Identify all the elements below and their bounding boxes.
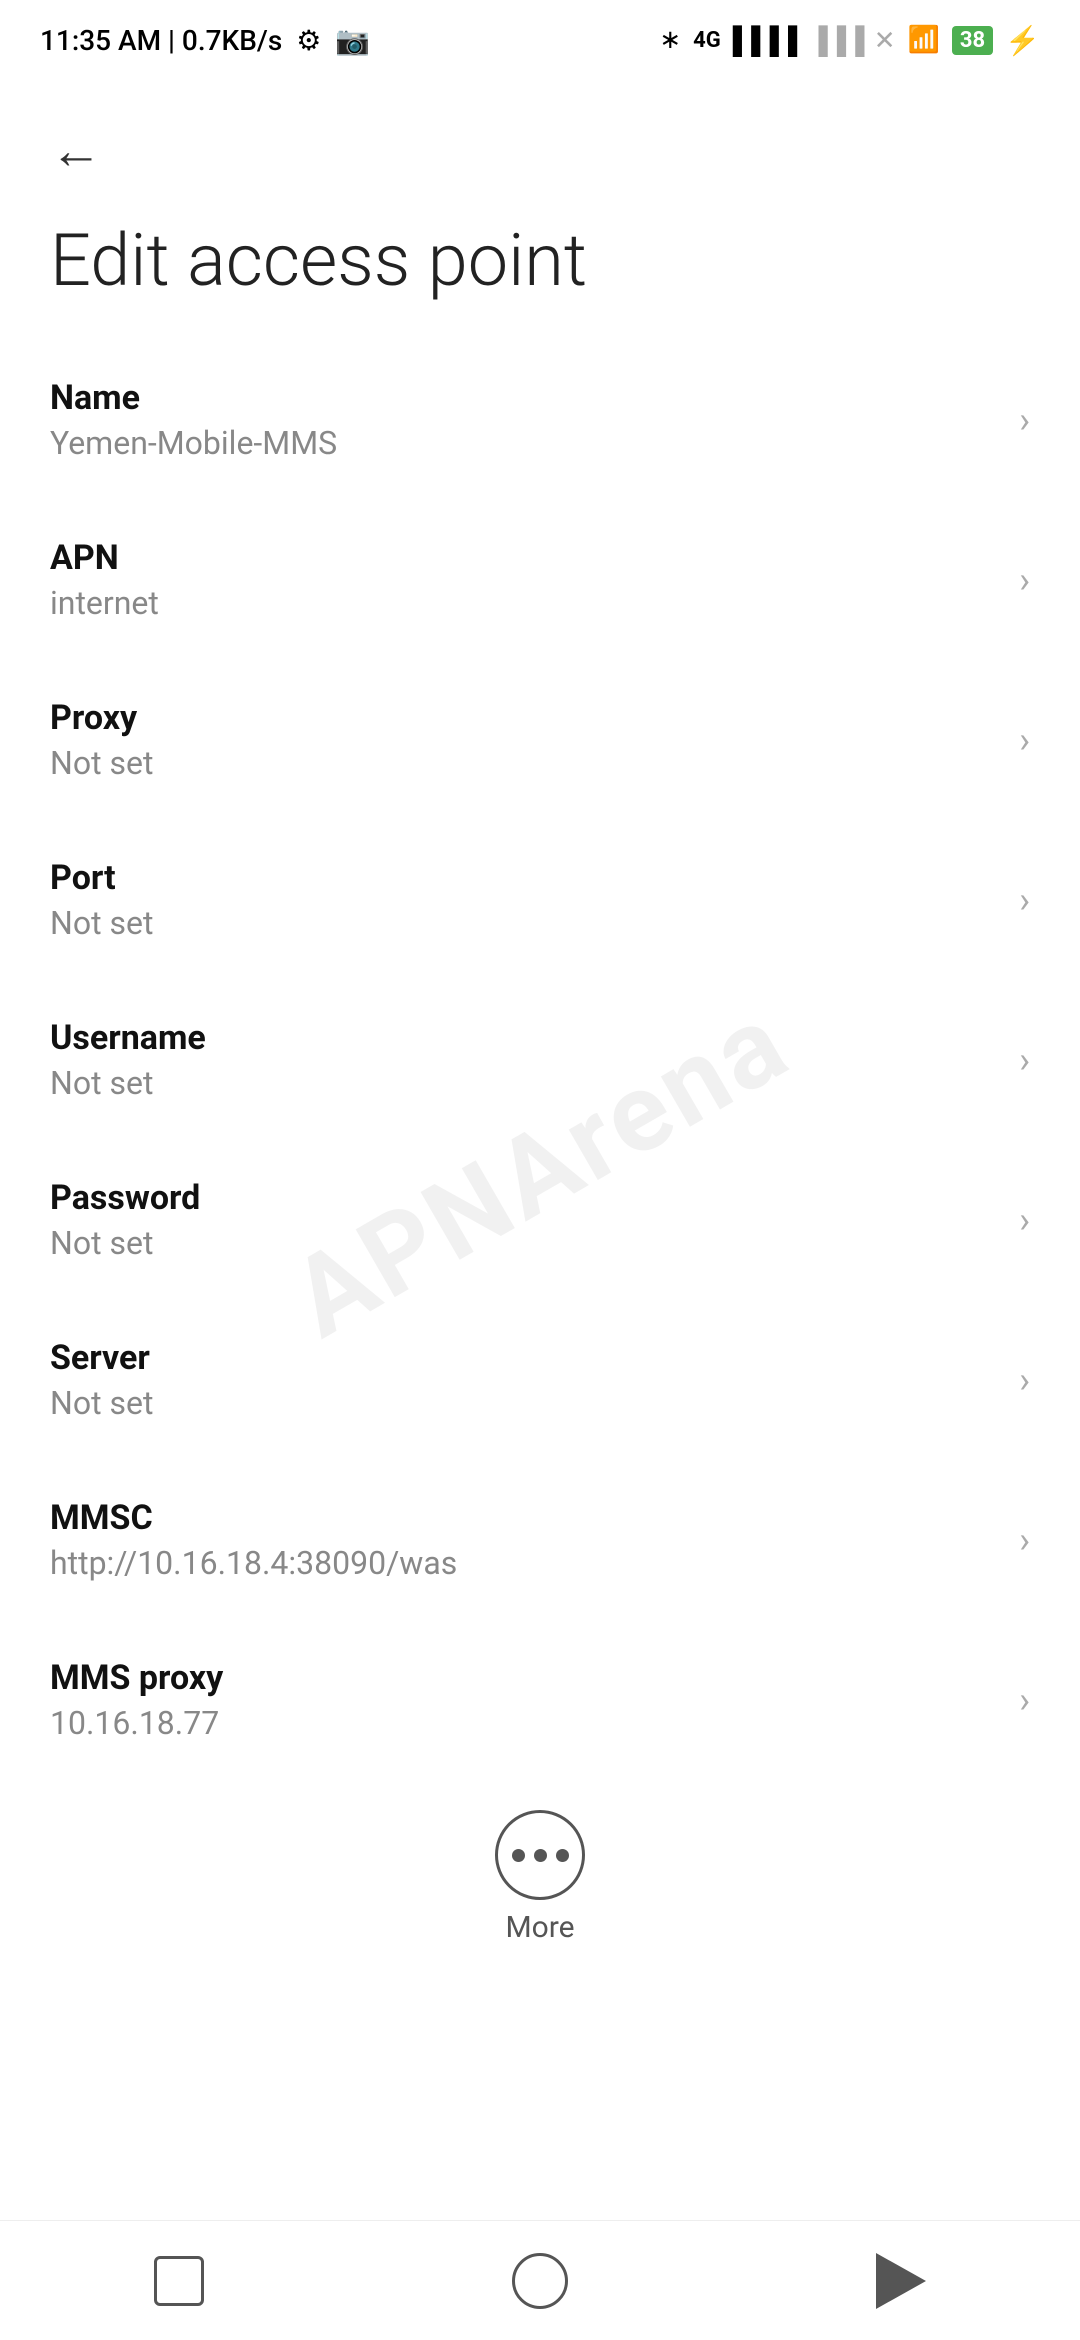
settings-item-value: Not set [50,1224,999,1262]
bottom-nav [0,2220,1080,2340]
chevron-right-icon: › [1019,1519,1030,1561]
status-left: 11:35 AM | 0.7KB/s ⚙ 📷 [40,24,370,57]
settings-item-label: Name [50,378,999,418]
settings-item-value: Yemen-Mobile-MMS [50,424,999,462]
back-nav-icon [876,2253,926,2309]
settings-item-value: Not set [50,904,999,942]
chevron-right-icon: › [1019,399,1030,441]
more-dots-icon [512,1849,569,1862]
settings-list: Name Yemen-Mobile-MMS › APN internet › Proxy No… [0,340,1080,1780]
settings-item-value: 10.16.18.77 [50,1704,999,1742]
settings-item-label: MMS proxy [50,1658,999,1698]
chevron-right-icon: › [1019,1199,1030,1241]
recent-apps-icon [154,2256,204,2306]
home-icon [512,2253,568,2309]
chevron-right-icon: › [1019,1679,1030,1721]
charging-icon: ⚡ [1005,24,1040,57]
chevron-right-icon: › [1019,1359,1030,1401]
page-title: Edit access point [0,201,1080,340]
settings-item-value: Not set [50,1384,999,1422]
settings-item-content: Proxy Not set [50,698,999,782]
back-nav-button[interactable] [876,2253,926,2309]
settings-item-label: Password [50,1178,999,1218]
time-display: 11:35 AM | 0.7KB/s [40,24,282,57]
settings-item-content: Port Not set [50,858,999,942]
settings-item-username[interactable]: Username Not set › [0,980,1080,1140]
settings-item-content: Name Yemen-Mobile-MMS [50,378,999,462]
settings-item-apn[interactable]: APN internet › [0,500,1080,660]
bluetooth-icon: ∗ [659,25,681,55]
video-icon: 📷 [335,24,370,57]
settings-item-content: APN internet [50,538,999,622]
settings-item-value: Not set [50,744,999,782]
more-button[interactable] [495,1810,585,1900]
chevron-right-icon: › [1019,879,1030,921]
home-button[interactable] [512,2253,568,2309]
signal-4g-icon: 4G [693,28,721,53]
settings-item-label: Username [50,1018,999,1058]
settings-item-content: Password Not set [50,1178,999,1262]
settings-item-value: http://10.16.18.4:38090/was [50,1544,999,1582]
settings-item-value: Not set [50,1064,999,1102]
settings-item-label: APN [50,538,999,578]
signal-bars2-icon: ▌▌▌✕ [818,25,895,56]
chevron-right-icon: › [1019,719,1030,761]
settings-item-content: Server Not set [50,1338,999,1422]
settings-item-name[interactable]: Name Yemen-Mobile-MMS › [0,340,1080,500]
back-button[interactable]: ← [0,80,1080,201]
settings-item-server[interactable]: Server Not set › [0,1300,1080,1460]
back-arrow-icon: ← [50,120,102,181]
wifi-icon: 📶 [908,25,940,55]
settings-item-mmsc[interactable]: MMSC http://10.16.18.4:38090/was › [0,1460,1080,1620]
settings-icon: ⚙ [296,24,321,57]
settings-item-port[interactable]: Port Not set › [0,820,1080,980]
chevron-right-icon: › [1019,559,1030,601]
settings-item-content: MMS proxy 10.16.18.77 [50,1658,999,1742]
settings-item-label: Server [50,1338,999,1378]
more-section: More [0,1780,1080,1965]
chevron-right-icon: › [1019,1039,1030,1081]
signal-bars-icon: ▌▌▌▌ [733,25,807,56]
more-label: More [505,1910,574,1945]
settings-item-content: MMSC http://10.16.18.4:38090/was [50,1498,999,1582]
settings-item-mms-proxy[interactable]: MMS proxy 10.16.18.77 › [0,1620,1080,1780]
settings-item-label: Port [50,858,999,898]
settings-item-password[interactable]: Password Not set › [0,1140,1080,1300]
status-bar: 11:35 AM | 0.7KB/s ⚙ 📷 ∗ 4G ▌▌▌▌ ▌▌▌✕ 📶 … [0,0,1080,80]
settings-item-content: Username Not set [50,1018,999,1102]
battery-indicator: 38 [952,26,993,55]
recent-apps-button[interactable] [154,2256,204,2306]
settings-item-label: MMSC [50,1498,999,1538]
settings-item-value: internet [50,584,999,622]
status-right: ∗ 4G ▌▌▌▌ ▌▌▌✕ 📶 38 ⚡ [659,24,1040,57]
settings-item-label: Proxy [50,698,999,738]
settings-item-proxy[interactable]: Proxy Not set › [0,660,1080,820]
